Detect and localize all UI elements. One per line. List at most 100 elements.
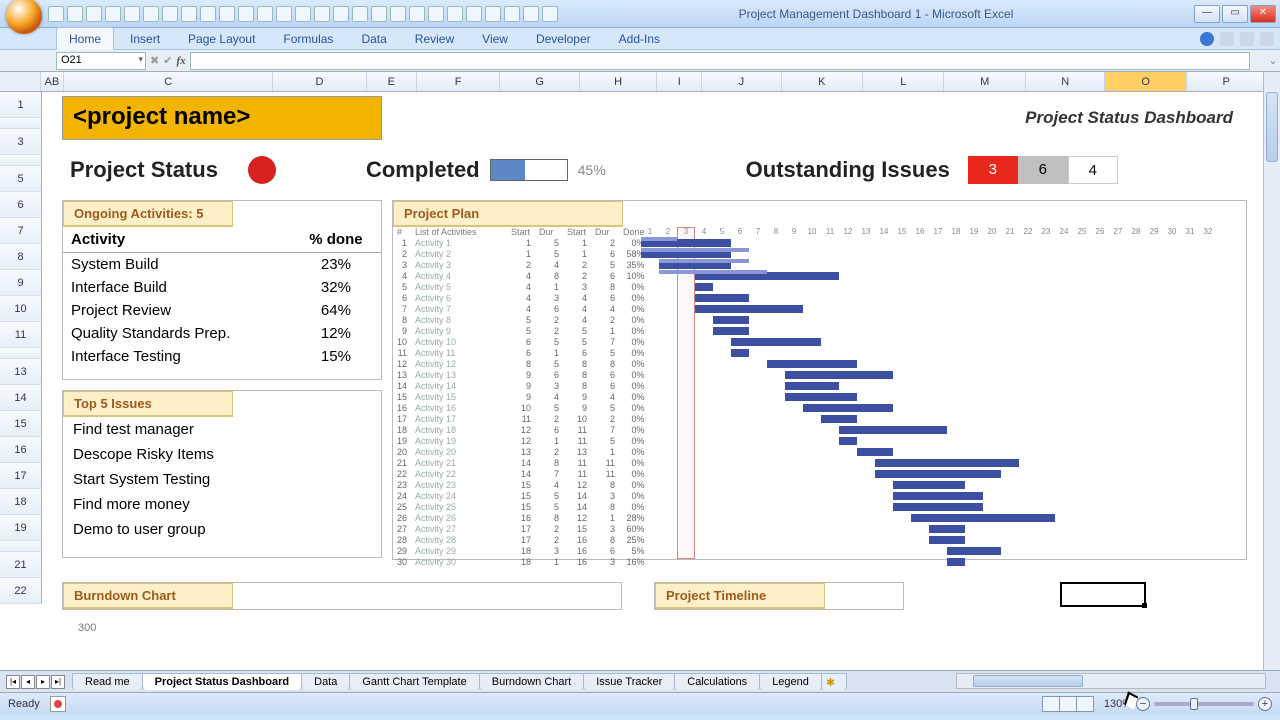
qat-icon[interactable] <box>371 6 387 22</box>
next-tab-icon[interactable]: ▸ <box>36 675 50 689</box>
ribbon-tab-data[interactable]: Data <box>349 28 398 49</box>
ribbon-tab-review[interactable]: Review <box>403 28 466 49</box>
enter-icon[interactable]: ✔ <box>163 54 172 67</box>
sheet-tab[interactable]: Project Status Dashboard <box>142 673 302 690</box>
col-header[interactable]: G <box>500 72 580 91</box>
col-header[interactable]: L <box>863 72 944 91</box>
col-header[interactable]: E <box>367 72 417 91</box>
sheet-tab[interactable]: Data <box>301 673 350 690</box>
qat-icon[interactable] <box>523 6 539 22</box>
maximize-button[interactable]: ▭ <box>1222 5 1248 23</box>
row-header[interactable]: 18 <box>0 489 42 515</box>
ribbon-tab-add-ins[interactable]: Add-Ins <box>607 28 672 49</box>
scroll-thumb[interactable] <box>1266 92 1278 162</box>
col-header[interactable]: AB <box>41 72 64 91</box>
redo-icon[interactable] <box>86 6 102 22</box>
zoom-slider[interactable] <box>1154 702 1254 706</box>
row-header[interactable]: 7 <box>0 218 42 244</box>
hscroll-thumb[interactable] <box>973 675 1083 687</box>
row-header[interactable]: 22 <box>0 578 42 604</box>
qat-icon[interactable] <box>390 6 406 22</box>
first-tab-icon[interactable]: |◂ <box>6 675 20 689</box>
office-button[interactable] <box>6 0 42 34</box>
name-box[interactable]: O21 <box>56 52 146 70</box>
col-header[interactable]: P <box>1187 72 1267 91</box>
col-header[interactable]: F <box>417 72 500 91</box>
restore-doc-icon[interactable] <box>1240 32 1254 46</box>
col-header[interactable]: J <box>702 72 782 91</box>
col-header[interactable]: D <box>273 72 366 91</box>
last-tab-icon[interactable]: ▸| <box>51 675 65 689</box>
ribbon-tab-view[interactable]: View <box>470 28 520 49</box>
row-header[interactable]: 3 <box>0 129 42 155</box>
formula-input[interactable] <box>190 52 1250 70</box>
gantt-chart[interactable]: #List of ActivitiesStartDurStartDurDone1… <box>393 227 1246 559</box>
project-name-cell[interactable]: <project name> <box>62 96 382 140</box>
row-header[interactable] <box>0 348 42 359</box>
page-break-view-icon[interactable] <box>1076 696 1094 712</box>
qat-icon[interactable] <box>181 6 197 22</box>
row-header[interactable]: 5 <box>0 166 42 192</box>
row-header[interactable]: 1 <box>0 92 42 118</box>
prev-tab-icon[interactable]: ◂ <box>21 675 35 689</box>
col-header[interactable]: O <box>1105 72 1186 91</box>
qat-icon[interactable] <box>485 6 501 22</box>
qat-icon[interactable] <box>219 6 235 22</box>
qat-icon[interactable] <box>447 6 463 22</box>
project-plan-panel[interactable]: Project Plan #List of ActivitiesStartDur… <box>392 200 1247 560</box>
sheet-tab[interactable]: Legend <box>759 673 822 690</box>
horizontal-scrollbar[interactable] <box>956 673 1266 689</box>
qat-icon[interactable] <box>333 6 349 22</box>
qat-icon[interactable] <box>124 6 140 22</box>
qat-icon[interactable] <box>162 6 178 22</box>
row-header[interactable]: 21 <box>0 552 42 578</box>
ribbon-tab-insert[interactable]: Insert <box>118 28 172 49</box>
qat-icon[interactable] <box>504 6 520 22</box>
cancel-icon[interactable]: ✖ <box>150 54 159 67</box>
qat-icon[interactable] <box>238 6 254 22</box>
qat-icon[interactable] <box>105 6 121 22</box>
col-header[interactable]: I <box>657 72 702 91</box>
save-icon[interactable] <box>48 6 64 22</box>
row-header[interactable]: 14 <box>0 385 42 411</box>
expand-formula-icon[interactable]: ⌄ <box>1266 54 1280 67</box>
sheet-tab[interactable]: Issue Tracker <box>583 673 675 690</box>
qat-icon[interactable] <box>314 6 330 22</box>
row-header[interactable]: 8 <box>0 244 42 270</box>
normal-view-icon[interactable] <box>1042 696 1060 712</box>
sheet-tab[interactable]: Calculations <box>674 673 760 690</box>
qat-icon[interactable] <box>295 6 311 22</box>
qat-icon[interactable] <box>542 6 558 22</box>
page-layout-view-icon[interactable] <box>1059 696 1077 712</box>
row-header[interactable] <box>0 118 42 129</box>
row-header[interactable]: 13 <box>0 359 42 385</box>
qat-icon[interactable] <box>409 6 425 22</box>
qat-icon[interactable] <box>466 6 482 22</box>
qat-icon[interactable] <box>276 6 292 22</box>
select-all-corner[interactable] <box>0 72 41 91</box>
row-header[interactable] <box>0 541 42 552</box>
close-button[interactable]: ✕ <box>1250 5 1276 23</box>
vertical-scrollbar[interactable] <box>1263 72 1280 670</box>
zoom-in-icon[interactable]: + <box>1258 697 1272 711</box>
row-header[interactable]: 10 <box>0 296 42 322</box>
qat-icon[interactable] <box>143 6 159 22</box>
col-header[interactable]: M <box>944 72 1025 91</box>
row-header[interactable] <box>0 155 42 166</box>
row-header[interactable]: 16 <box>0 437 42 463</box>
qat-icon[interactable] <box>200 6 216 22</box>
ribbon-tab-formulas[interactable]: Formulas <box>271 28 345 49</box>
fx-icon[interactable]: fx <box>176 55 185 67</box>
row-header[interactable]: 17 <box>0 463 42 489</box>
macro-record-icon[interactable] <box>50 696 66 712</box>
minimize-button[interactable]: — <box>1194 5 1220 23</box>
col-header[interactable]: C <box>64 72 273 91</box>
ribbon-tab-developer[interactable]: Developer <box>524 28 603 49</box>
ribbon-tab-home[interactable]: Home <box>56 27 114 50</box>
qat-icon[interactable] <box>352 6 368 22</box>
sheet-tab[interactable]: Gantt Chart Template <box>349 673 479 690</box>
sheet-tab[interactable]: Read me <box>72 673 143 690</box>
help-icon[interactable] <box>1200 32 1214 46</box>
sheet-content[interactable]: <project name> Project Status Dashboard … <box>42 92 1263 670</box>
undo-icon[interactable] <box>67 6 83 22</box>
